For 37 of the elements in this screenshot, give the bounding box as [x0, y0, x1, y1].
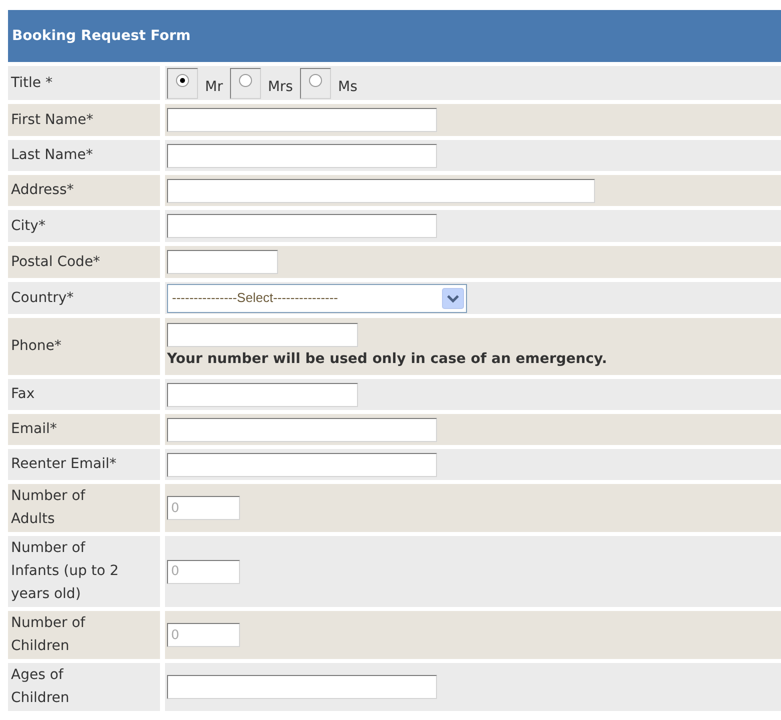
field-label: First Name*	[8, 104, 160, 136]
input-field[interactable]	[167, 323, 358, 347]
input-field[interactable]	[167, 418, 437, 442]
field-label: Fax	[8, 379, 160, 410]
input-field[interactable]	[167, 675, 437, 699]
field-label: City*	[8, 210, 160, 242]
input-field[interactable]	[167, 382, 358, 406]
field-label: Number of Adults	[8, 484, 160, 532]
field-label: Number of Children	[8, 611, 160, 659]
field-label: Title *	[8, 66, 160, 100]
field-label: Email*	[8, 414, 160, 445]
field-label: Number of Infants (up to 2 years old)	[8, 536, 160, 607]
field-label: Reenter Email*	[8, 449, 160, 480]
input-field[interactable]	[167, 108, 437, 132]
radio-button[interactable]	[238, 74, 252, 86]
field-label: Postal Code*	[8, 246, 160, 278]
input-field[interactable]	[167, 250, 278, 274]
radio-label: Mrs	[266, 78, 294, 96]
input-field[interactable]	[167, 178, 595, 202]
input-field[interactable]	[167, 214, 437, 238]
field-label: Address*	[8, 175, 160, 206]
form-header: Booking Request Form	[8, 10, 781, 62]
radio-button[interactable]	[176, 74, 189, 86]
phone-note: Your number will be used only in case of an emergency.	[167, 350, 608, 369]
input-field[interactable]: 0	[167, 560, 240, 584]
input-field[interactable]	[167, 452, 437, 476]
radio-label: Mr	[204, 78, 224, 96]
input-field[interactable]: 0	[167, 496, 240, 520]
input-field[interactable]	[167, 144, 437, 168]
country-select[interactable]: ---------------Select---------------	[167, 284, 467, 312]
field-label: Phone*	[8, 318, 160, 375]
field-label: Country*	[8, 282, 160, 314]
input-field[interactable]: 0	[167, 623, 240, 647]
radio-button[interactable]	[308, 74, 322, 86]
field-label: Ages of Children	[8, 663, 160, 711]
field-label: Last Name*	[8, 140, 160, 171]
radio-label: Ms	[336, 78, 358, 96]
